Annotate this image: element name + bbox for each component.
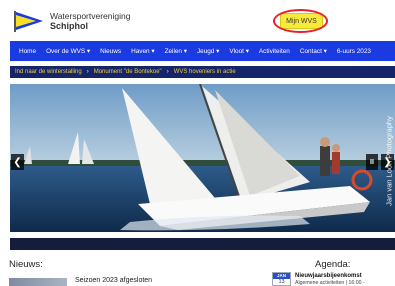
- my-wvs-button[interactable]: Mijn WVS: [280, 13, 323, 29]
- main-navigation: Home Over de WVS ▾ Nieuws Haven ▾ Zeilen…: [10, 41, 395, 61]
- ticker-separator: ›: [166, 69, 169, 75]
- nav-over-de-wvs[interactable]: Over de WVS ▾: [46, 47, 90, 55]
- nav-nieuws[interactable]: Nieuws: [100, 48, 121, 55]
- ticker-item[interactable]: Ind naar de winterstalling: [15, 69, 82, 75]
- club-logo-icon[interactable]: [12, 10, 44, 32]
- slider-prev-button[interactable]: ❮: [11, 154, 24, 170]
- news-thumbnail[interactable]: [9, 278, 67, 286]
- event-day: 13: [278, 279, 285, 285]
- nav-zeilen[interactable]: Zeilen ▾: [165, 47, 187, 55]
- nav-vloot[interactable]: Vloot ▾: [229, 47, 249, 55]
- event-meta: Algemene activiteiten | 16:00 -: [295, 280, 365, 286]
- brand-name-line2: Schiphol: [50, 21, 88, 31]
- news-item-title[interactable]: Seizoen 2023 afgesloten: [75, 277, 152, 284]
- photo-credit: Jan van Loon Photography: [384, 92, 394, 230]
- dark-band: [10, 238, 395, 250]
- site-header: Watersportvereniging Schiphol Mijn WVS: [0, 0, 395, 40]
- sailboat-photo: [10, 84, 395, 232]
- hero-slider: ❮ II ❯ Jan van Loon Photography: [10, 84, 395, 232]
- ticker-item[interactable]: Monument "de Bontekoe": [94, 69, 162, 75]
- event-date-badge: JAN 13: [272, 272, 291, 286]
- nav-6-uurs-2023[interactable]: 6-uurs 2023: [337, 48, 371, 55]
- ticker-separator: ›: [86, 69, 89, 75]
- news-ticker: Ind naar de winterstalling › Monument "d…: [10, 66, 395, 78]
- ticker-item[interactable]: WVS hoveniers in actie: [174, 69, 236, 75]
- slider-pause-button[interactable]: II: [366, 154, 378, 170]
- agenda-section-title: Agenda:: [315, 259, 351, 270]
- nav-contact[interactable]: Contact ▾: [300, 47, 327, 55]
- nav-activiteiten[interactable]: Activiteiten: [259, 48, 290, 55]
- event-title[interactable]: Nieuwjaarsbijeenkomst: [295, 273, 362, 279]
- news-section-title: Nieuws:: [9, 259, 43, 270]
- nav-haven[interactable]: Haven ▾: [131, 47, 154, 55]
- nav-home[interactable]: Home: [19, 48, 36, 55]
- photo-credit-text: Jan van Loon Photography: [384, 116, 394, 206]
- nav-jeugd[interactable]: Jeugd ▾: [197, 47, 219, 55]
- brand-name-line1: Watersportvereniging: [50, 11, 131, 21]
